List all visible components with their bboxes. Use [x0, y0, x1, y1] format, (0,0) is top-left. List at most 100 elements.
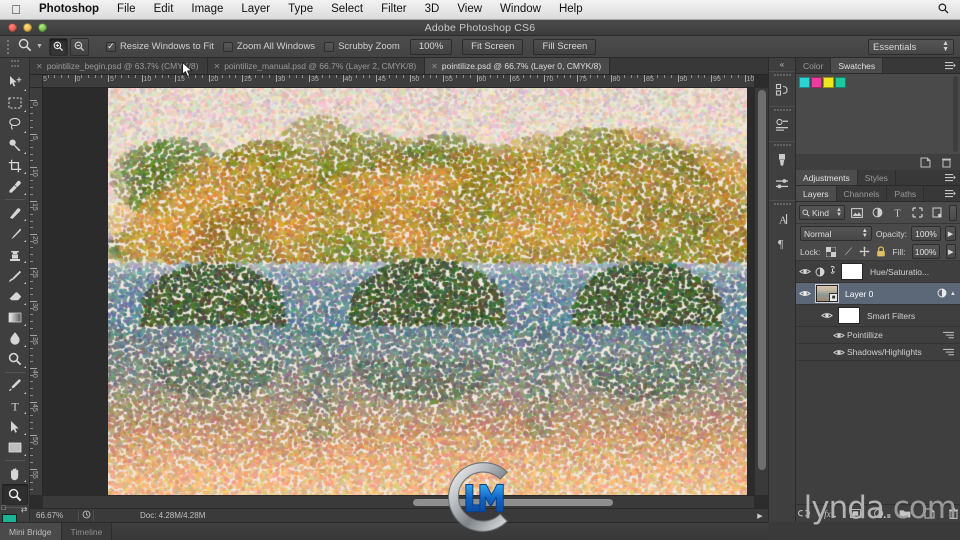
panel-menu-icon[interactable]	[945, 173, 956, 182]
quick-selection-tool[interactable]	[2, 135, 28, 156]
spot-healing-brush-tool[interactable]	[2, 202, 28, 223]
expand-panels-icon[interactable]: «	[769, 58, 795, 71]
crop-tool[interactable]	[2, 156, 28, 177]
eraser-tool[interactable]	[2, 286, 28, 307]
filter-pixel-icon[interactable]	[849, 208, 865, 218]
panel-menu-icon[interactable]	[945, 61, 956, 70]
tab-paths[interactable]: Paths	[887, 186, 924, 201]
delete-layer-icon[interactable]	[948, 508, 959, 519]
new-layer-icon[interactable]	[924, 508, 935, 519]
layer-mask-icon[interactable]	[850, 509, 861, 518]
filter-visibility-icon[interactable]	[830, 348, 847, 357]
filter-adjustment-icon[interactable]	[869, 207, 885, 218]
vertical-scrollbar[interactable]	[754, 88, 768, 495]
brush-preset-panel-icon[interactable]	[769, 148, 795, 172]
zoom-level-field[interactable]: 66.67%	[30, 511, 78, 520]
workspace-switcher[interactable]: Essentials ▲ ▼	[868, 39, 954, 55]
table-row[interactable]: ■ Layer 0 ▲	[796, 283, 960, 305]
lock-all-icon[interactable]	[876, 246, 886, 257]
layer-visibility-icon[interactable]	[796, 289, 813, 298]
tab-adjustments[interactable]: Adjustments	[796, 170, 858, 185]
menu-item-view[interactable]: View	[448, 0, 491, 19]
type-tool[interactable]: T	[2, 396, 28, 417]
layer-link-icon[interactable]	[827, 265, 838, 278]
zoom-out-button[interactable]	[70, 38, 89, 56]
checkbox-box[interactable]	[223, 42, 233, 52]
properties-panel-icon[interactable]	[769, 113, 795, 137]
close-icon[interactable]: ✕	[36, 62, 43, 71]
layer-thumbnail[interactable]: ■	[816, 285, 838, 302]
lock-image-pixels-icon[interactable]	[842, 246, 853, 257]
swatches-scrollbar[interactable]	[953, 76, 958, 152]
menu-item-select[interactable]: Select	[322, 0, 372, 19]
hand-tool[interactable]	[2, 463, 28, 484]
menu-item-edit[interactable]: Edit	[145, 0, 183, 19]
tab-channels[interactable]: Channels	[837, 186, 888, 201]
history-panel-icon[interactable]	[769, 78, 795, 102]
fill-field[interactable]: 100%	[912, 244, 940, 259]
smart-filter-name[interactable]: Shadows/Highlights	[847, 347, 922, 357]
canvas-area[interactable]	[43, 88, 754, 495]
table-row[interactable]: Hue/Saturatio...	[796, 261, 960, 283]
opacity-field[interactable]: 100%	[911, 226, 941, 241]
tab-color[interactable]: Color	[796, 58, 831, 73]
swatch-cell[interactable]	[811, 77, 822, 88]
resize-windows-to-fit-checkbox[interactable]: ✓ Resize Windows to Fit	[106, 41, 214, 52]
document-tab-pointilize[interactable]: ✕ pointilize.psd @ 66.7% (Layer 0, CMYK/…	[425, 58, 610, 74]
menu-item-filter[interactable]: Filter	[372, 0, 416, 19]
menu-item-3d[interactable]: 3D	[416, 0, 449, 19]
horizontal-scrollbar[interactable]	[43, 495, 754, 508]
document-tab-pointilize-begin[interactable]: ✕ pointilize_begin.psd @ 63.7% (CMYK/8)	[30, 58, 208, 74]
tab-styles[interactable]: Styles	[858, 170, 896, 185]
apple-logo-icon[interactable]: 	[8, 3, 24, 16]
checkbox-box[interactable]: ✓	[106, 42, 116, 52]
swatch-cell[interactable]	[835, 77, 846, 88]
swatch-cell[interactable]	[823, 77, 834, 88]
opacity-stepper-icon[interactable]: ▶	[945, 226, 956, 241]
close-icon[interactable]: ✕	[431, 62, 438, 71]
menu-item-layer[interactable]: Layer	[232, 0, 279, 19]
filter-enable-toggle[interactable]	[949, 205, 957, 221]
eyedropper-tool[interactable]	[2, 176, 28, 197]
swatches-panel-body[interactable]	[796, 74, 960, 154]
default-colors-icon[interactable]: □	[2, 505, 6, 512]
zoom-tool[interactable]	[2, 484, 28, 505]
smart-filter-row-pointillize[interactable]: Pointillize	[796, 327, 960, 344]
checkbox-box[interactable]	[324, 42, 334, 52]
swatch-row[interactable]	[799, 77, 957, 88]
lock-transparent-pixels-icon[interactable]	[826, 247, 836, 257]
blend-mode-select[interactable]: Normal ▲ ▼	[800, 226, 872, 241]
fill-stepper-icon[interactable]: ▶	[946, 244, 956, 259]
smart-filters-visibility-icon[interactable]	[818, 311, 835, 320]
fit-screen-button[interactable]: Fit Screen	[462, 39, 523, 55]
image-canvas[interactable]	[108, 88, 747, 495]
tool-preset-chevron-icon[interactable]: ▼	[36, 43, 43, 50]
toolbox-grip[interactable]	[10, 60, 20, 70]
history-icon[interactable]	[78, 510, 94, 521]
tab-swatches[interactable]: Swatches	[831, 58, 883, 73]
layer-name[interactable]: Hue/Saturatio...	[866, 267, 960, 277]
vertical-ruler[interactable]: 0 5 10 15 20 25 30 35 40 45 50 55	[30, 88, 43, 495]
zoom-in-button[interactable]	[49, 38, 68, 56]
menu-item-photoshop[interactable]: Photoshop	[30, 0, 108, 19]
panel-menu-icon[interactable]	[945, 189, 956, 198]
delete-swatch-icon[interactable]	[941, 157, 952, 168]
options-bar-grip[interactable]	[4, 39, 12, 55]
layer-mask-thumbnail[interactable]	[841, 263, 863, 280]
zoom-100-percent-button[interactable]: 100%	[410, 39, 452, 55]
marquee-tool[interactable]	[2, 93, 28, 114]
document-tab-pointilize-manual[interactable]: ✕ pointilize_manual.psd @ 66.7% (Layer 2…	[208, 58, 426, 74]
zoom-tool-icon[interactable]	[12, 38, 38, 55]
smart-filters-mask-thumbnail[interactable]	[838, 307, 860, 324]
mini-bridge-tab[interactable]: Mini Bridge	[0, 523, 62, 540]
move-tool[interactable]	[2, 72, 28, 93]
expand-arrow-icon[interactable]: ▲	[950, 291, 956, 297]
vertical-scrollbar-thumb[interactable]	[758, 90, 766, 470]
scrubby-zoom-checkbox[interactable]: Scrubby Zoom	[324, 41, 400, 52]
menu-item-help[interactable]: Help	[550, 0, 592, 19]
character-panel-icon[interactable]: A	[769, 207, 795, 231]
new-group-icon[interactable]	[899, 509, 911, 518]
layer-name[interactable]: Layer 0	[841, 289, 937, 299]
horizontal-scrollbar-thumb[interactable]	[413, 499, 613, 506]
ruler-corner[interactable]	[30, 75, 43, 88]
